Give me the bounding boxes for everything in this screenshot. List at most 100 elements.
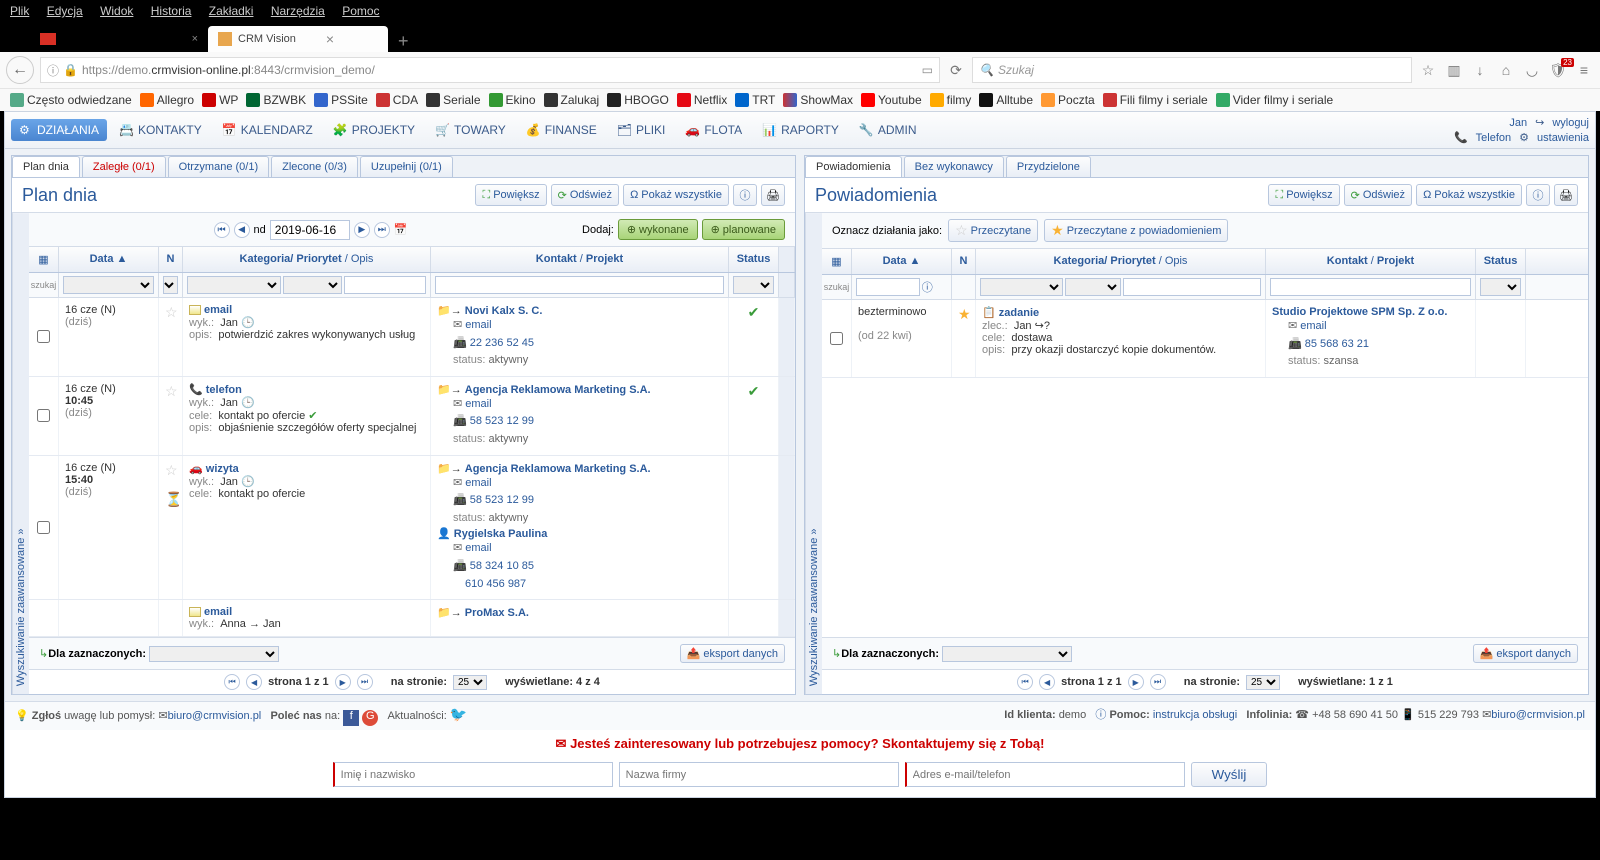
logout-link[interactable]: wyloguj: [1552, 117, 1589, 129]
last-page-button[interactable]: ⏭: [357, 674, 373, 690]
nav-pliki[interactable]: 🗂PLIKI: [609, 119, 674, 141]
refresh-button[interactable]: ⟳Odśwież: [1344, 184, 1412, 206]
filter-date[interactable]: [63, 276, 154, 294]
tab-powiadomienia[interactable]: Powiadomienia: [805, 156, 902, 177]
name-input[interactable]: [333, 762, 613, 787]
prev-page-button[interactable]: ◀: [1039, 674, 1055, 690]
star-icon[interactable]: ☆: [1418, 62, 1438, 79]
new-tab-button[interactable]: +: [398, 31, 409, 52]
filter-prio[interactable]: [283, 276, 342, 294]
reader-icon[interactable]: ▭: [922, 63, 933, 77]
nav-dzialania[interactable]: ⚙DZIAŁANIA: [11, 119, 107, 141]
first-page-button[interactable]: ⏮: [224, 674, 240, 690]
mark-read-notify-button[interactable]: ★Przeczytane z powiadomieniem: [1044, 219, 1228, 242]
expand-button[interactable]: ⛶Powiększ: [475, 184, 546, 206]
nav-projekty[interactable]: 🧩PROJEKTY: [325, 119, 423, 141]
nav-admin[interactable]: 🔧ADMIN: [851, 119, 925, 141]
filter-kontakt[interactable]: [1270, 278, 1471, 296]
tab-zlecone[interactable]: Zlecone (0/3): [271, 156, 358, 177]
nav-kontakty[interactable]: 📇KONTAKTY: [111, 119, 210, 141]
star-icon[interactable]: ☆: [165, 304, 178, 320]
per-page-select[interactable]: 25: [1246, 675, 1280, 690]
calendar-icon[interactable]: 📅: [394, 223, 408, 236]
close-icon[interactable]: ×: [326, 31, 334, 47]
footer-email-link[interactable]: biuro@crmvision.pl: [1491, 709, 1585, 721]
help-link[interactable]: instrukcja obsługi: [1153, 709, 1237, 721]
last-page-button[interactable]: ⏭: [1150, 674, 1166, 690]
export-button[interactable]: 📤eksport danych: [680, 644, 785, 663]
active-tab[interactable]: CRM Vision×: [208, 26, 388, 52]
first-day-button[interactable]: ⏮: [214, 222, 230, 238]
nav-finanse[interactable]: 💰FINANSE: [518, 119, 605, 141]
mark-read-button[interactable]: ☆Przeczytane: [948, 219, 1038, 242]
report-email-link[interactable]: biuro@crmvision.pl: [168, 710, 262, 722]
nav-flota[interactable]: 🚗FLOTA: [677, 119, 750, 141]
company-input[interactable]: [619, 762, 899, 787]
download-icon[interactable]: ↓: [1470, 62, 1490, 78]
help-icon[interactable]: ⓘ: [922, 279, 933, 295]
filter-opis[interactable]: [344, 276, 426, 294]
back-button[interactable]: ←: [6, 56, 34, 84]
star-icon[interactable]: ☆: [165, 462, 178, 478]
inactive-tab[interactable]: ×: [30, 26, 208, 52]
prev-day-button[interactable]: ◀: [234, 222, 250, 238]
filter-status[interactable]: [1480, 278, 1521, 296]
next-page-button[interactable]: ▶: [335, 674, 351, 690]
filter-date[interactable]: [856, 278, 920, 296]
help-button[interactable]: ⓘ: [733, 184, 757, 206]
home-icon[interactable]: ⌂: [1496, 62, 1516, 78]
per-page-select[interactable]: 25: [453, 675, 487, 690]
tab-plan-dnia[interactable]: Plan dnia: [12, 156, 80, 177]
print-button[interactable]: 🖨: [1554, 184, 1578, 206]
tab-uzupelnij[interactable]: Uzupełnij (0/1): [360, 156, 453, 177]
ublock-icon[interactable]: 🛡23: [1548, 62, 1568, 79]
next-day-button[interactable]: ▶: [354, 222, 370, 238]
help-button[interactable]: ⓘ: [1526, 184, 1550, 206]
print-button[interactable]: 🖨: [761, 184, 785, 206]
filter-prio[interactable]: [1065, 278, 1120, 296]
export-button[interactable]: 📤eksport danych: [1473, 644, 1578, 663]
nav-raporty[interactable]: 📊RAPORTY: [754, 119, 847, 141]
settings-link[interactable]: ustawienia: [1537, 132, 1589, 144]
send-button[interactable]: Wyślij: [1191, 762, 1268, 787]
check-icon[interactable]: ✔: [748, 383, 760, 399]
library-icon[interactable]: ▥: [1444, 62, 1464, 79]
twitter-icon[interactable]: 🐦: [450, 706, 467, 722]
row-checkbox[interactable]: [37, 521, 50, 534]
prev-page-button[interactable]: ◀: [246, 674, 262, 690]
showall-button[interactable]: ΩPokaż wszystkie: [623, 184, 729, 206]
check-icon[interactable]: ✔: [748, 304, 760, 320]
star-icon[interactable]: ★: [958, 306, 971, 322]
contact-input[interactable]: [905, 762, 1185, 787]
facebook-icon[interactable]: f: [343, 710, 359, 726]
filter-cat[interactable]: [980, 278, 1063, 296]
first-page-button[interactable]: ⏮: [1017, 674, 1033, 690]
user-link[interactable]: Jan: [1509, 117, 1527, 129]
filter-status[interactable]: [733, 276, 774, 294]
phone-link[interactable]: Telefon: [1476, 132, 1511, 144]
add-planned-button[interactable]: ⊕planowane: [702, 219, 785, 240]
showall-button[interactable]: ΩPokaż wszystkie: [1416, 184, 1522, 206]
row-checkbox[interactable]: [830, 332, 843, 345]
tab-otrzymane[interactable]: Otrzymane (0/1): [168, 156, 269, 177]
next-page-button[interactable]: ▶: [1128, 674, 1144, 690]
menu-icon[interactable]: ≡: [1574, 62, 1594, 78]
last-day-button[interactable]: ⏭: [374, 222, 390, 238]
adv-search-toggle[interactable]: Wyszukiwanie zaawansowane »: [12, 213, 29, 694]
tab-bez-wykonawcy[interactable]: Bez wykonawcy: [904, 156, 1004, 177]
nav-towary[interactable]: 🛒TOWARY: [427, 119, 514, 141]
row-checkbox[interactable]: [37, 409, 50, 422]
filter-cat[interactable]: [187, 276, 281, 294]
expand-button[interactable]: ⛶Powiększ: [1268, 184, 1339, 206]
filter-opis[interactable]: [1123, 278, 1262, 296]
star-icon[interactable]: ☆: [165, 383, 178, 399]
bulk-action-select[interactable]: [942, 646, 1072, 662]
browser-search[interactable]: 🔍Szukaj: [972, 57, 1412, 83]
refresh-button[interactable]: ⟳Odśwież: [551, 184, 619, 206]
tab-przydzielone[interactable]: Przydzielone: [1006, 156, 1091, 177]
reload-button[interactable]: ⟳: [946, 62, 966, 79]
pocket-icon[interactable]: ◡: [1522, 62, 1542, 79]
nav-kalendarz[interactable]: 📅KALENDARZ: [214, 119, 321, 141]
url-bar[interactable]: ⓘ🔒 https://demo.crmvision-online.pl:8443…: [40, 57, 940, 83]
row-checkbox[interactable]: [37, 330, 50, 343]
